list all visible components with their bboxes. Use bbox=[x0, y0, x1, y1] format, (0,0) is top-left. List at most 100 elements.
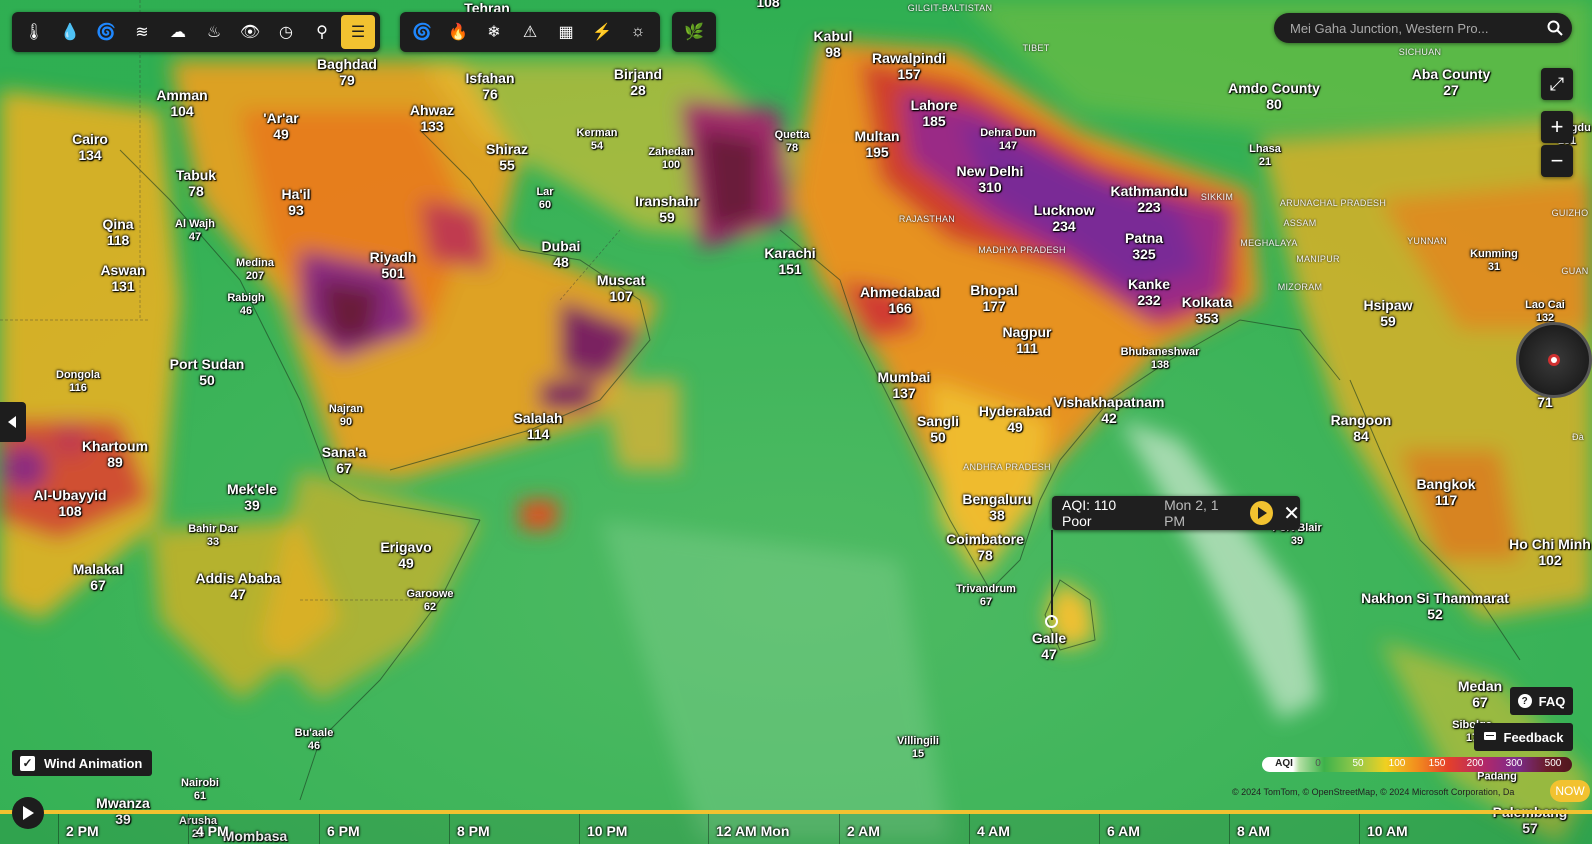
pressure-gauge-icon[interactable]: ◷ bbox=[269, 15, 303, 49]
city-marker[interactable]: 'Ar'ar 49 bbox=[263, 110, 298, 142]
city-marker[interactable]: Bhubaneshwar 138 bbox=[1121, 346, 1200, 372]
city-marker[interactable]: Riyadh 501 bbox=[370, 249, 417, 281]
cloud-icon[interactable]: ☁ bbox=[161, 15, 195, 49]
city-marker[interactable]: Hsipaw 59 bbox=[1363, 297, 1412, 329]
city-marker[interactable]: Nagpur 111 bbox=[1003, 324, 1052, 356]
hurricane-icon[interactable]: 🌀 bbox=[405, 15, 439, 49]
city-marker[interactable]: Lao Cai 132 bbox=[1525, 299, 1565, 325]
city-marker[interactable]: Ahmedabad 166 bbox=[860, 284, 940, 316]
city-marker[interactable]: Patna 325 bbox=[1125, 230, 1163, 262]
timeline-time-label[interactable]: 8 PM bbox=[457, 823, 490, 839]
city-marker[interactable]: Lahore 185 bbox=[911, 97, 958, 129]
timeline-time-label[interactable]: 6 PM bbox=[327, 823, 360, 839]
radar-icon[interactable]: ▦ bbox=[549, 15, 583, 49]
city-marker[interactable]: Zahedan 100 bbox=[648, 146, 693, 172]
city-marker[interactable]: Port Sudan 50 bbox=[170, 356, 245, 388]
city-marker[interactable]: Isfahan 76 bbox=[465, 70, 514, 102]
city-marker[interactable]: Khartoum 89 bbox=[82, 438, 148, 470]
search-icon[interactable] bbox=[1538, 20, 1572, 36]
location-pin-icon[interactable] bbox=[1045, 615, 1058, 628]
city-marker[interactable]: Addis Ababa 47 bbox=[195, 570, 280, 602]
timeline-time-label[interactable]: 8 AM bbox=[1237, 823, 1270, 839]
city-marker[interactable]: Villingili 15 bbox=[897, 735, 939, 761]
city-marker[interactable]: Coimbatore 78 bbox=[946, 531, 1024, 563]
faq-button[interactable]: ? FAQ bbox=[1510, 687, 1573, 715]
pollen-icon[interactable]: ⚲ bbox=[305, 15, 339, 49]
timeline[interactable]: 2 PM 4 PM 6 PM 8 PM 10 PM 12 AM Mon 2 AM 4 AM 6 … bbox=[0, 810, 1592, 844]
city-marker[interactable]: Karachi 151 bbox=[764, 245, 815, 277]
timeline-time-label[interactable]: 2 PM bbox=[66, 823, 99, 839]
timeline-time-label[interactable]: 12 AM Mon bbox=[716, 823, 789, 839]
city-marker[interactable]: Ho Chi Minh 102 bbox=[1509, 536, 1591, 568]
rain-drop-icon[interactable]: 💧 bbox=[53, 15, 87, 49]
city-marker[interactable]: Shiraz 55 bbox=[486, 141, 528, 173]
city-marker[interactable]: Trivandrum 67 bbox=[956, 583, 1016, 609]
city-marker[interactable]: Kunming 31 bbox=[1470, 248, 1518, 274]
timeline-play-button[interactable] bbox=[12, 797, 44, 829]
city-marker[interactable]: Lucknow 234 bbox=[1034, 202, 1095, 234]
city-marker[interactable]: Al-Ubayyid 108 bbox=[33, 487, 106, 519]
timeline-time-label[interactable]: 6 AM bbox=[1107, 823, 1140, 839]
city-marker[interactable]: Qina 118 bbox=[102, 216, 133, 248]
city-marker[interactable]: Amman 104 bbox=[156, 87, 207, 119]
search-input[interactable] bbox=[1274, 19, 1538, 37]
city-marker[interactable]: Hyderabad 49 bbox=[979, 403, 1051, 435]
timeline-time-label[interactable]: 10 PM bbox=[587, 823, 627, 839]
city-marker[interactable]: Amdo County 80 bbox=[1228, 80, 1320, 112]
city-marker[interactable]: Al Wajh 47 bbox=[175, 218, 215, 244]
city-marker[interactable]: Dubai 48 bbox=[542, 238, 581, 270]
city-marker[interactable]: Medan 67 bbox=[1458, 678, 1502, 710]
city-marker[interactable]: Ahwaz 133 bbox=[410, 102, 454, 134]
tree-pollen-icon[interactable]: 🌿 bbox=[677, 15, 711, 49]
city-marker[interactable]: Aba County 27 bbox=[1412, 66, 1491, 98]
city-marker[interactable]: Rabigh 46 bbox=[227, 292, 264, 318]
city-marker[interactable]: Sana'a 67 bbox=[322, 444, 367, 476]
city-marker[interactable]: Multan 195 bbox=[854, 128, 899, 160]
city-marker[interactable]: Bu'aale 46 bbox=[295, 727, 334, 753]
city-marker[interactable]: Bengaluru 38 bbox=[962, 491, 1031, 523]
warning-icon[interactable]: ⚠ bbox=[513, 15, 547, 49]
city-marker[interactable]: Sangli 50 bbox=[917, 413, 959, 445]
city-marker[interactable]: Rangoon 84 bbox=[1331, 412, 1392, 444]
popup-close-button[interactable]: ✕ bbox=[1283, 501, 1300, 526]
city-marker[interactable]: Kanke 232 bbox=[1128, 276, 1170, 308]
city-marker[interactable]: Kerman 54 bbox=[577, 127, 618, 153]
city-marker[interactable]: Bahir Dar 33 bbox=[188, 523, 238, 549]
city-marker[interactable]: Kathmandu 223 bbox=[1111, 183, 1188, 215]
city-marker[interactable]: Kabul 98 bbox=[814, 28, 853, 60]
humidity-icon[interactable]: ♨ bbox=[197, 15, 231, 49]
city-marker[interactable]: Lhasa 21 bbox=[1249, 143, 1281, 169]
air-quality-icon[interactable]: ☰ bbox=[341, 15, 375, 49]
city-marker[interactable]: Rawalpindi 157 bbox=[872, 50, 946, 82]
city-marker[interactable]: Medina 207 bbox=[236, 257, 274, 283]
compass-widget[interactable] bbox=[1516, 322, 1592, 398]
wind-animation-toggle[interactable]: ✓ Wind Animation bbox=[12, 750, 153, 776]
city-marker[interactable]: Garoowe 62 bbox=[406, 588, 453, 614]
city-marker[interactable]: Vishakhapatnam 42 bbox=[1053, 394, 1164, 426]
city-marker[interactable]: Mumbai 137 bbox=[878, 369, 931, 401]
checkbox-checked-icon[interactable]: ✓ bbox=[20, 755, 35, 771]
city-marker[interactable]: Dongola 116 bbox=[56, 369, 100, 395]
city-marker[interactable]: Quetta 78 bbox=[775, 129, 810, 155]
city-marker[interactable]: Lar 60 bbox=[536, 186, 553, 212]
city-marker[interactable]: Dehra Dun 147 bbox=[980, 127, 1036, 153]
city-marker[interactable]: Nakhon Si Thammarat 52 bbox=[1361, 590, 1509, 622]
city-marker[interactable]: Bhopal 177 bbox=[970, 282, 1017, 314]
city-marker[interactable]: Tabuk 78 bbox=[176, 167, 216, 199]
city-marker[interactable]: Najran 90 bbox=[329, 403, 363, 429]
city-marker[interactable]: Erigavo 49 bbox=[380, 539, 431, 571]
feedback-button[interactable]: Feedback bbox=[1474, 723, 1573, 751]
timeline-time-label[interactable]: 2 AM bbox=[847, 823, 880, 839]
timeline-time-label[interactable]: 4 AM bbox=[977, 823, 1010, 839]
zoom-in-button[interactable]: + bbox=[1541, 111, 1573, 143]
city-marker[interactable]: New Delhi 310 bbox=[957, 163, 1024, 195]
city-marker[interactable]: Aswan 131 bbox=[100, 262, 145, 294]
fullscreen-expand-icon[interactable]: ⤢ bbox=[1541, 68, 1573, 100]
popup-play-button[interactable] bbox=[1250, 501, 1274, 525]
city-marker[interactable]: Cairo 134 bbox=[72, 131, 108, 163]
city-marker[interactable]: Padang bbox=[1477, 771, 1517, 784]
city-marker[interactable]: Malakal 67 bbox=[73, 561, 124, 593]
sun-weather-icon[interactable]: ☼ bbox=[621, 15, 655, 49]
wind-gust-icon[interactable]: ≋ bbox=[125, 15, 159, 49]
timeline-time-label[interactable]: 10 AM bbox=[1367, 823, 1408, 839]
